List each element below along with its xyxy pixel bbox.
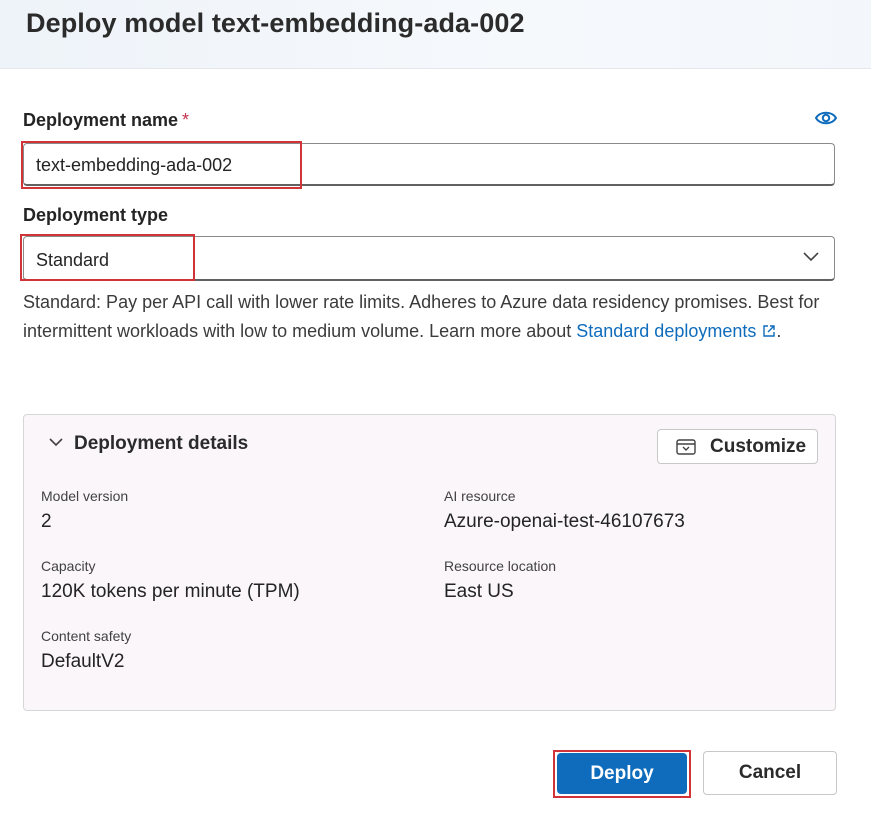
deployment-name-label-text: Deployment name [23,110,179,130]
resource-location-label: Resource location [444,558,557,574]
deployment-details-toggle[interactable]: Deployment details [48,433,248,455]
deployment-details-panel: Deployment details Customize Model versi… [23,414,836,711]
model-version-label: Model version [41,488,129,504]
deployment-type-value: Standard [36,250,110,270]
resource-location-value: East US [444,581,514,602]
standard-deployments-link[interactable]: Standard deployments [576,321,776,341]
capacity-value: 120K tokens per minute (TPM) [41,581,300,602]
deployment-name-label: Deployment name * [23,110,189,131]
deployment-name-value: text-embedding-ada-002 [36,155,233,175]
deployment-type-label: Deployment type [23,205,169,225]
cancel-button[interactable]: Cancel [703,751,837,795]
model-version-value: 2 [41,511,52,532]
chevron-down-icon [803,252,819,262]
link-text: Standard deployments [576,321,757,341]
ai-resource-label: AI resource [444,488,516,504]
deploy-button[interactable]: Deploy [557,753,687,794]
eye-icon[interactable] [815,110,837,126]
dialog-header: Deploy model text-embedding-ada-002 [0,0,871,69]
deployment-details-header: Deployment details [74,433,249,454]
dialog-title: Deploy model text-embedding-ada-002 [26,8,525,38]
external-link-icon [763,325,776,337]
content-safety-value: DefaultV2 [41,651,125,672]
content-safety-label: Content safety [41,628,132,644]
deployment-type-select[interactable]: Standard [23,236,835,281]
ai-resource-value: Azure-openai-test-46107673 [444,511,685,532]
customize-label: Customize [710,436,807,457]
capacity-label: Capacity [41,558,96,574]
customize-button[interactable]: Customize [657,429,818,464]
required-mark: * [182,110,190,130]
chevron-down-icon [49,438,63,447]
deployment-name-input[interactable]: text-embedding-ada-002 [23,143,835,186]
deployment-type-description: Standard: Pay per API call with lower ra… [23,288,843,346]
description-end: . [776,321,782,341]
customize-icon [676,439,696,455]
